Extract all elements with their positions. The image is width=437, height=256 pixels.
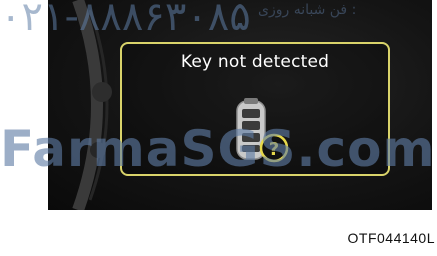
watermark-persian-text: فن شبانه روزی : — [258, 2, 357, 18]
figure: Key not detected ? ۰۲۱-۸۸۸۶۳۰۸۵ فن شبانه… — [0, 0, 437, 256]
watermark-brand: FarmaSGS.com — [0, 120, 436, 178]
watermark-phone-number: ۰۲۱-۸۸۸۶۳۰۸۵ — [0, 0, 251, 40]
warning-message: Key not detected — [180, 52, 330, 72]
figure-code: OTF044140L — [347, 230, 435, 246]
